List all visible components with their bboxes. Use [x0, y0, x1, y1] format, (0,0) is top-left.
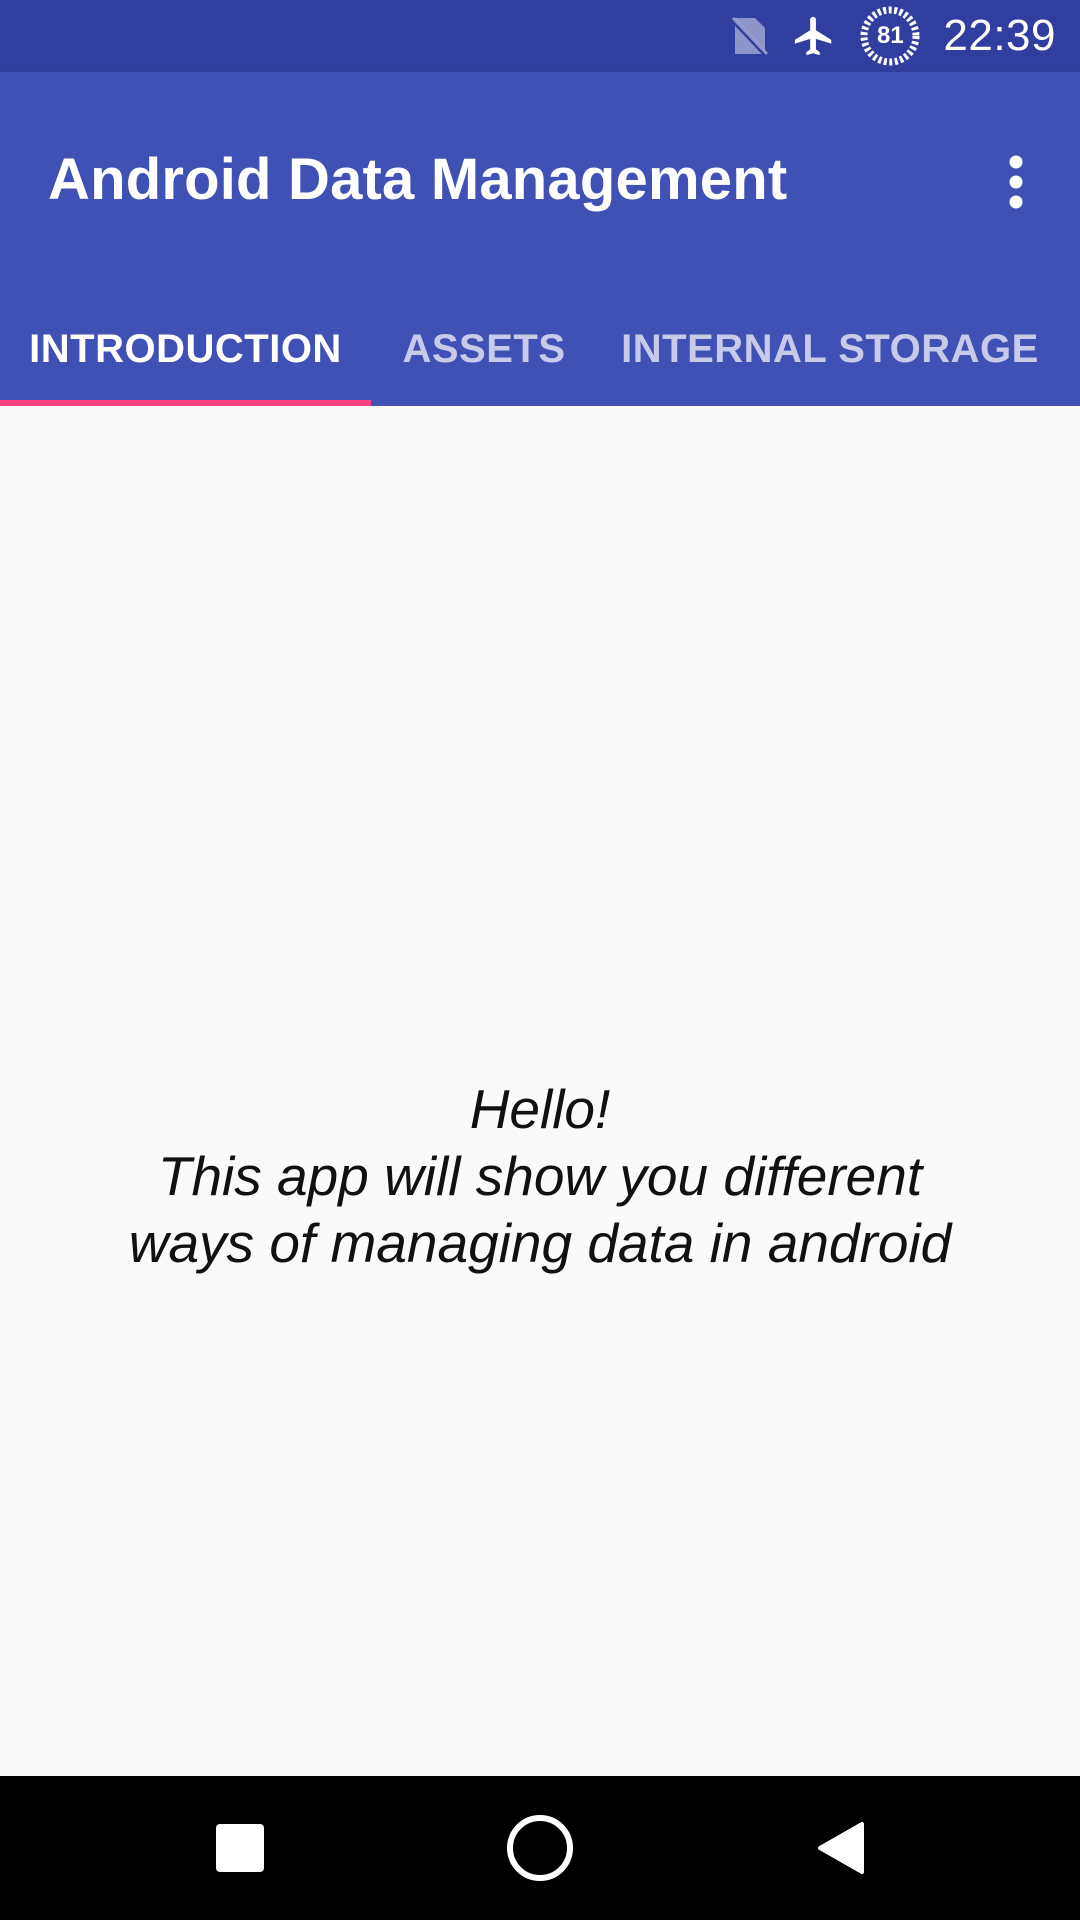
status-time: 22:39: [943, 11, 1056, 60]
home-icon: [507, 1815, 573, 1881]
tab-bar: INTRODUCTION ASSETS INTERNAL STORAGE: [0, 292, 1080, 406]
tab-label: ASSETS: [402, 326, 566, 371]
intro-line-2: This app will show you different: [157, 1145, 923, 1207]
screen: 81 22:39 Android Data Management INTRODU…: [0, 0, 1080, 1920]
tab-introduction[interactable]: INTRODUCTION: [0, 292, 371, 406]
tab-assets[interactable]: ASSETS: [371, 292, 597, 406]
recents-icon: [216, 1824, 264, 1872]
back-icon: [818, 1822, 864, 1874]
intro-text: Hello! This app will show you different …: [40, 1076, 1040, 1277]
home-button[interactable]: [490, 1798, 590, 1898]
navigation-bar: [0, 1776, 1080, 1920]
app-title: Android Data Management: [48, 147, 788, 212]
more-vert-icon: [1009, 155, 1023, 209]
tab-internal-storage[interactable]: INTERNAL STORAGE: [597, 292, 1063, 406]
back-button[interactable]: [790, 1798, 890, 1898]
app-bar: Android Data Management INTRODUCTION ASS…: [0, 72, 1080, 406]
content-area: Hello! This app will show you different …: [0, 406, 1080, 1776]
recents-button[interactable]: [190, 1798, 290, 1898]
intro-line-1: Hello!: [469, 1078, 611, 1140]
tab-label: INTRODUCTION: [29, 326, 342, 371]
battery-saver-icon: 81: [859, 5, 921, 67]
intro-line-3: ways of managing data in android: [128, 1212, 952, 1274]
tab-label: INTERNAL STORAGE: [621, 326, 1039, 371]
toolbar: Android Data Management: [0, 72, 1080, 292]
no-sim-icon: [729, 14, 770, 58]
overflow-menu-button[interactable]: [976, 142, 1056, 222]
status-bar: 81 22:39: [0, 0, 1080, 72]
battery-level: 81: [877, 22, 904, 49]
airplane-mode-icon: [791, 13, 837, 59]
